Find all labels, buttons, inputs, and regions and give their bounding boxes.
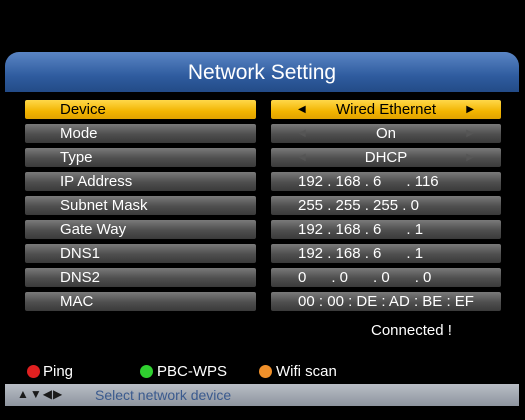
ip-address-field[interactable]: 192 . 168 . 6 . 116 — [271, 172, 501, 191]
setting-row-dns2[interactable]: DNS2 0 . 0 . 0 . 0 — [5, 268, 519, 288]
type-label: Type — [25, 148, 256, 167]
arrow-right-icon: ▶ — [466, 152, 474, 163]
arrow-left-icon[interactable]: ◀ — [298, 100, 306, 119]
mac-label: MAC — [25, 292, 256, 311]
color-key-legend: Ping PBC-WPS Wifi scan — [0, 362, 525, 382]
setting-row-gateway[interactable]: Gate Way 192 . 168 . 6 . 1 — [5, 220, 519, 240]
setting-row-mode[interactable]: Mode ◀ On ▶ — [5, 124, 519, 144]
page-title: Network Setting — [5, 52, 519, 92]
dns2-field[interactable]: 0 . 0 . 0 . 0 — [271, 268, 501, 287]
ip-address-label: IP Address — [25, 172, 256, 191]
arrow-left-icon: ◀ — [298, 128, 306, 139]
ping-label[interactable]: Ping — [43, 363, 73, 380]
mode-label: Mode — [25, 124, 256, 143]
type-value: DHCP — [364, 149, 408, 166]
gateway-label: Gate Way — [25, 220, 256, 239]
subnet-mask-field[interactable]: 255 . 255 . 255 . 0 — [271, 196, 501, 215]
setting-row-mac: MAC 00 : 00 : DE : AD : BE : EF — [5, 292, 519, 312]
dns1-label: DNS1 — [25, 244, 256, 263]
connection-status: Connected ! — [371, 322, 452, 339]
pbc-wps-label[interactable]: PBC-WPS — [157, 363, 227, 380]
gateway-field[interactable]: 192 . 168 . 6 . 1 — [271, 220, 501, 239]
dns2-label: DNS2 — [25, 268, 256, 287]
setting-row-device[interactable]: Device ◀ Wired Ethernet ▶ — [5, 100, 519, 120]
setting-row-subnet-mask[interactable]: Subnet Mask 255 . 255 . 255 . 0 — [5, 196, 519, 216]
setting-row-type[interactable]: Type ◀ DHCP ▶ — [5, 148, 519, 168]
red-dot-icon — [27, 365, 40, 378]
subnet-mask-label: Subnet Mask — [25, 196, 256, 215]
settings-panel: Device ◀ Wired Ethernet ▶ Mode ◀ On ▶ Ty… — [5, 92, 519, 354]
arrow-right-icon: ▶ — [466, 128, 474, 139]
orange-dot-icon — [259, 365, 272, 378]
navigation-arrows-icon: ▲▼◀▶ — [17, 387, 64, 401]
setting-row-ip-address[interactable]: IP Address 192 . 168 . 6 . 116 — [5, 172, 519, 192]
arrow-left-icon: ◀ — [298, 152, 306, 163]
device-value: Wired Ethernet — [335, 101, 437, 118]
type-selector[interactable]: ◀ DHCP ▶ — [271, 148, 501, 167]
mac-value: 00 : 00 : DE : AD : BE : EF — [271, 292, 501, 311]
hint-text: Select network device — [95, 387, 232, 403]
dns1-field[interactable]: 192 . 168 . 6 . 1 — [271, 244, 501, 263]
mode-value: On — [375, 125, 396, 142]
device-selector[interactable]: ◀ Wired Ethernet ▶ — [271, 100, 501, 119]
green-dot-icon — [140, 365, 153, 378]
wifi-scan-label[interactable]: Wifi scan — [276, 363, 337, 380]
mode-selector[interactable]: ◀ On ▶ — [271, 124, 501, 143]
arrow-right-icon[interactable]: ▶ — [466, 100, 474, 119]
device-label: Device — [25, 100, 256, 119]
hint-bar: ▲▼◀▶ Select network device — [5, 384, 519, 406]
setting-row-dns1[interactable]: DNS1 192 . 168 . 6 . 1 — [5, 244, 519, 264]
